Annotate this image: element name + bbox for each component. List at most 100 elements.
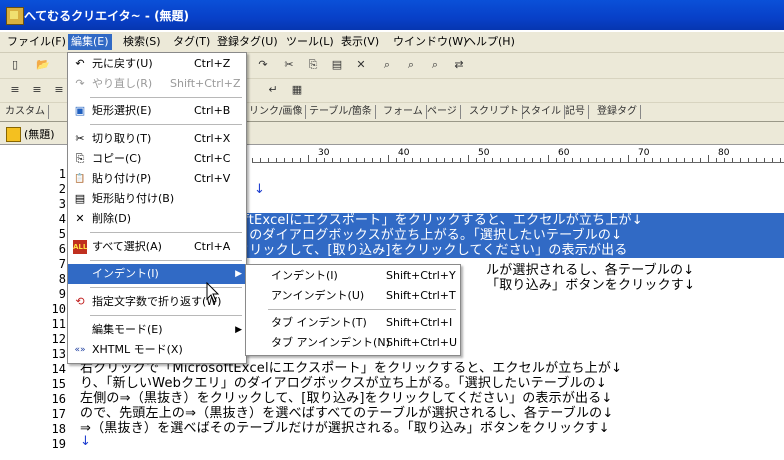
copy-toolbar-icon[interactable]: ⎘ (306, 58, 320, 72)
submenu-arrow-icon: ▶ (235, 269, 242, 279)
ruler-label: 80 (718, 148, 730, 158)
cut-toolbar-icon[interactable]: ✂ (282, 58, 296, 72)
menu-shortcut: Ctrl+A (194, 240, 231, 253)
ruler-tick (716, 158, 717, 162)
ruler-tick (340, 158, 341, 162)
ruler-label: 30 (318, 148, 330, 158)
tab-link-image[interactable]: リンク/画像 (246, 105, 307, 119)
tab-registered-tag[interactable]: 登録タグ (594, 105, 641, 119)
menu-label: 矩形貼り付け(B) (92, 192, 175, 205)
align-left-icon[interactable]: ≡ (8, 83, 22, 97)
ruler-tick (268, 158, 269, 162)
ruler-tick (252, 158, 253, 162)
menu-label: 矩形選択(E) (92, 104, 152, 117)
menu-label: 元に戻す(U) (92, 57, 153, 70)
new-file-icon[interactable]: ▯ (8, 58, 22, 72)
ruler-tick (668, 158, 669, 162)
ruler-tick (652, 158, 653, 162)
submenu-item-tab-indent[interactable]: タブ インデント(T) Shift+Ctrl+I (246, 313, 460, 333)
tab-script[interactable]: スクリプト (466, 105, 523, 119)
undo-icon: ↶ (75, 57, 85, 70)
ruler-tick (772, 158, 773, 162)
line-number: 5 (58, 227, 66, 241)
ruler-tick (684, 158, 685, 162)
open-folder-icon[interactable]: 📂 (36, 58, 50, 72)
menu-item-xhtml-mode[interactable]: «» XHTML モード(X) (68, 340, 246, 360)
ruler-tick (324, 158, 325, 162)
menu-item-delete[interactable]: ✕ 削除(D) (68, 209, 246, 229)
submenu-item-indent[interactable]: インデント(I) Shift+Ctrl+Y (246, 266, 460, 286)
line-break-icon[interactable]: ↵ (266, 83, 280, 97)
menu-edit[interactable]: 編集(E) (68, 34, 112, 50)
line-number: 15 (51, 377, 66, 391)
ruler-tick (396, 158, 397, 162)
menu-label: 削除(D) (92, 212, 132, 225)
menu-help[interactable]: ヘルプ(H) (462, 34, 518, 50)
tab-symbol[interactable]: 記号 (562, 105, 589, 119)
ruler-tick (556, 158, 557, 162)
tab-style[interactable]: スタイル (518, 105, 565, 119)
line-number: 16 (51, 392, 66, 406)
menu-item-indent[interactable]: インデント(I) ▶ (68, 264, 246, 284)
menu-label: アンインデント(U) (271, 289, 365, 302)
ruler-tick (332, 158, 333, 162)
find-icon[interactable]: ⌕ (380, 58, 394, 72)
document-tab[interactable]: (無題) (24, 126, 55, 142)
menu-window[interactable]: ウインドウ(W) (390, 34, 470, 50)
delete-icon: ✕ (75, 212, 85, 225)
align-center-icon[interactable]: ≡ (30, 83, 44, 97)
menu-item-rect-select[interactable]: ▣ 矩形選択(E) Ctrl+B (68, 101, 246, 121)
menu-separator (90, 260, 242, 261)
menu-item-copy[interactable]: ⎘ コピー(C) Ctrl+C (68, 149, 246, 169)
ruler-tick (700, 158, 701, 162)
submenu-item-tab-unindent[interactable]: タブ アンインデント(N) Shift+Ctrl+U (246, 333, 460, 353)
find-prev-icon[interactable]: ⌕ (404, 58, 418, 72)
copy-icon: ⎘ (75, 152, 85, 165)
line-number: 18 (51, 422, 66, 436)
line-number: 7 (58, 257, 66, 271)
replace-icon[interactable]: ⇄ (452, 58, 466, 72)
menu-tag[interactable]: タグ(T) (170, 34, 213, 50)
line-number: 4 (58, 212, 66, 226)
menu-file[interactable]: ファイル(F) (4, 34, 69, 50)
redo-toolbar-icon[interactable]: ↷ (256, 58, 270, 72)
ruler-label: 60 (558, 148, 570, 158)
line-number: 13 (51, 347, 66, 361)
ruler-tick (532, 158, 533, 162)
submenu-item-unindent[interactable]: アンインデント(U) Shift+Ctrl+T (246, 286, 460, 306)
menu-bar: ファイル(F) 編集(E) 検索(S) タグ(T) 登録タグ(U) ツール(L)… (0, 32, 784, 53)
menu-item-edit-mode[interactable]: 編集モード(E) ▶ (68, 320, 246, 340)
grid-icon[interactable]: ▦ (290, 83, 304, 97)
tab-custom[interactable]: カスタム (2, 105, 49, 119)
tab-page[interactable]: ページ (424, 105, 461, 119)
menu-separator (90, 124, 242, 125)
ruler-tick (724, 158, 725, 162)
tab-form[interactable]: フォーム (380, 105, 427, 119)
menu-label: やり直し(R) (92, 77, 153, 90)
ruler-tick (348, 158, 349, 162)
ruler-tick (580, 158, 581, 162)
ruler-tick (764, 158, 765, 162)
menu-item-cut[interactable]: ✂ 切り取り(T) Ctrl+X (68, 129, 246, 149)
menu-label: 指定文字数で折り返す(W) (92, 295, 222, 308)
menu-registered-tag[interactable]: 登録タグ(U) (214, 34, 281, 50)
ruler-tick (300, 158, 301, 162)
menu-item-paste[interactable]: 📋 貼り付け(P) Ctrl+V (68, 169, 246, 189)
ruler-tick (260, 158, 261, 162)
find-next-icon[interactable]: ⌕ (428, 58, 442, 72)
menu-item-redo[interactable]: ↷ やり直し(R) Shift+Ctrl+Z (68, 74, 246, 94)
ruler-tick (620, 158, 621, 162)
menu-view[interactable]: 表示(V) (338, 34, 382, 50)
align-right-icon[interactable]: ≡ (52, 83, 66, 97)
tab-table-list[interactable]: テーブル/箇条 (306, 105, 376, 119)
indent-submenu: インデント(I) Shift+Ctrl+Y アンインデント(U) Shift+C… (245, 264, 461, 356)
menu-item-rect-paste[interactable]: ▤ 矩形貼り付け(B) (68, 189, 246, 209)
menu-item-undo[interactable]: ↶ 元に戻す(U) Ctrl+Z (68, 54, 246, 74)
menu-search[interactable]: 検索(S) (120, 34, 164, 50)
delete-toolbar-icon[interactable]: ✕ (354, 58, 368, 72)
menu-item-select-all[interactable]: ALL すべて選択(A) Ctrl+A (68, 237, 246, 257)
menu-tools[interactable]: ツール(L) (283, 34, 337, 50)
paste-toolbar-icon[interactable]: ▤ (330, 58, 344, 72)
ruler-tick (476, 158, 477, 162)
selected-text: 」のダイアログボックスが立ち上がる。「選択したいテーブルの↓ (236, 228, 784, 243)
